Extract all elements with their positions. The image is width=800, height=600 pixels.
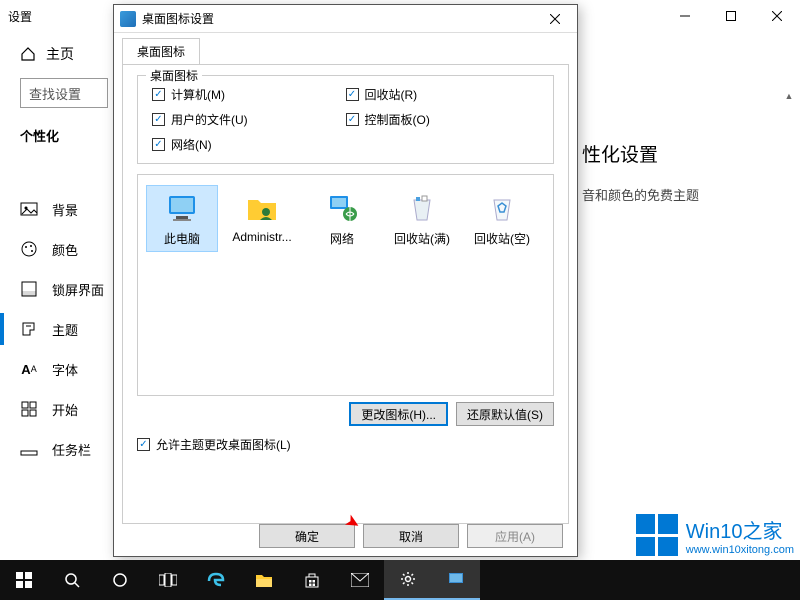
change-icon-button[interactable]: 更改图标(H)... <box>349 402 448 426</box>
mail-button[interactable] <box>336 560 384 600</box>
restore-default-button[interactable]: 还原默认值(S) <box>456 402 554 426</box>
check-icon: ✓ <box>346 113 359 126</box>
icon-label: 此电脑 <box>164 230 200 247</box>
icon-recycle-empty[interactable]: 回收站(空) <box>466 185 538 252</box>
check-icon: ✓ <box>137 438 150 451</box>
close-button[interactable] <box>754 0 800 32</box>
home-label: 主页 <box>46 44 74 64</box>
apply-button[interactable]: 应用(A) <box>467 524 563 548</box>
check-icon: ✓ <box>346 88 359 101</box>
checkbox-control[interactable]: ✓ 控制面板(O) <box>346 111 540 128</box>
icon-preview: 此电脑 Administr... 网络 回收站(满) 回收站(空) <box>137 174 554 396</box>
palette-icon <box>20 240 38 258</box>
cb-label: 控制面板(O) <box>365 111 430 128</box>
taskbar-icon <box>20 440 38 458</box>
store-button[interactable] <box>288 560 336 600</box>
tab-panel: 桌面图标 ✓ 计算机(M) ✓ 用户的文件(U) ✓ 网络(N) ✓ 回收站(R) ✓ 控… <box>122 64 569 524</box>
icon-recycle-full[interactable]: 回收站(满) <box>386 185 458 252</box>
nav-label: 背景 <box>52 200 78 219</box>
watermark-url: www.win10xitong.com <box>686 544 794 556</box>
watermark-title: Win10之家 <box>686 515 794 544</box>
tab-desktop-icons[interactable]: 桌面图标 <box>122 38 200 65</box>
checkbox-recycle[interactable]: ✓ 回收站(R) <box>346 86 540 103</box>
cb-label: 用户的文件(U) <box>171 111 248 128</box>
dialog-app-icon <box>120 11 136 27</box>
dialog-close-button[interactable] <box>539 6 571 32</box>
maximize-button[interactable] <box>708 0 754 32</box>
scroll-up-icon[interactable]: ▲ <box>782 88 796 104</box>
dialog-title: 桌面图标设置 <box>142 10 539 27</box>
desktop-icons-group: 桌面图标 ✓计算机(M) ✓用户的文件(U) ✓网络(N) ✓回收站(R) ✓控… <box>137 75 554 164</box>
nav-label: 字体 <box>52 360 78 379</box>
group-label: 桌面图标 <box>146 67 202 84</box>
taskbar <box>0 560 800 600</box>
search-button[interactable] <box>48 560 96 600</box>
cancel-button[interactable]: 取消 <box>363 524 459 548</box>
right-heading: 性化设置 <box>582 140 699 167</box>
icon-label: Administr... <box>232 230 291 244</box>
checkbox-userfiles[interactable]: ✓ 用户的文件(U) <box>152 111 346 128</box>
cb-label: 回收站(R) <box>365 86 418 103</box>
taskview-button[interactable] <box>144 560 192 600</box>
recycle-empty-icon <box>484 190 520 226</box>
search-placeholder: 查找设置 <box>29 84 81 103</box>
dialog-titlebar: 桌面图标设置 <box>114 5 577 33</box>
picture-icon <box>20 200 38 218</box>
settings-title: 设置 <box>8 8 32 25</box>
right-text: 音和颜色的免费主题 <box>582 185 699 204</box>
check-icon: ✓ <box>152 138 165 151</box>
search-input[interactable]: 查找设置 <box>20 78 108 108</box>
check-icon: ✓ <box>152 88 165 101</box>
nav-label: 开始 <box>52 400 78 419</box>
home-icon <box>20 46 36 62</box>
folder-user-icon <box>244 190 280 226</box>
cb-label: 计算机(M) <box>171 86 225 103</box>
recycle-full-icon <box>404 190 440 226</box>
tab-strip: 桌面图标 <box>114 33 577 64</box>
theme-icon <box>20 320 38 338</box>
icon-label: 网络 <box>330 230 354 247</box>
icon-label: 回收站(空) <box>474 230 530 247</box>
computer-icon <box>164 190 200 226</box>
ok-button[interactable]: 确定 <box>259 524 355 548</box>
minimize-button[interactable] <box>662 0 708 32</box>
nav-label: 任务栏 <box>52 440 91 459</box>
desktop-icon-dialog: 桌面图标设置 桌面图标 桌面图标 ✓ 计算机(M) ✓ 用户的文件(U) ✓ 网络(N… <box>113 4 578 557</box>
explorer-button[interactable] <box>240 560 288 600</box>
start-button[interactable] <box>0 560 48 600</box>
lockscreen-icon <box>20 280 38 298</box>
edge-button[interactable] <box>192 560 240 600</box>
windows-logo-icon <box>636 514 678 556</box>
scrollbar[interactable]: ▲ <box>782 88 796 508</box>
nav-label: 锁屏界面 <box>52 280 104 299</box>
watermark: Win10之家 www.win10xitong.com <box>636 514 794 556</box>
font-icon: AA <box>20 360 38 378</box>
nav-label: 主题 <box>52 320 78 339</box>
checkbox-computer[interactable]: ✓ 计算机(M) <box>152 86 346 103</box>
right-content: 性化设置 音和颜色的免费主题 <box>582 140 699 204</box>
icon-network[interactable]: 网络 <box>306 185 378 252</box>
cortana-button[interactable] <box>96 560 144 600</box>
settings-taskbar-button[interactable] <box>384 560 432 600</box>
cb-label: 允许主题更改桌面图标(L) <box>156 436 291 453</box>
cb-label: 网络(N) <box>171 136 212 153</box>
network-icon <box>324 190 360 226</box>
checkbox-allow-theme[interactable]: ✓ 允许主题更改桌面图标(L) <box>137 436 554 453</box>
checkbox-network[interactable]: ✓ 网络(N) <box>152 136 346 153</box>
control-panel-taskbar-button[interactable] <box>432 560 480 600</box>
start-icon <box>20 400 38 418</box>
check-icon: ✓ <box>152 113 165 126</box>
icon-label: 回收站(满) <box>394 230 450 247</box>
nav-label: 颜色 <box>52 240 78 259</box>
icon-user-files[interactable]: Administr... <box>226 185 298 249</box>
icon-this-pc[interactable]: 此电脑 <box>146 185 218 252</box>
